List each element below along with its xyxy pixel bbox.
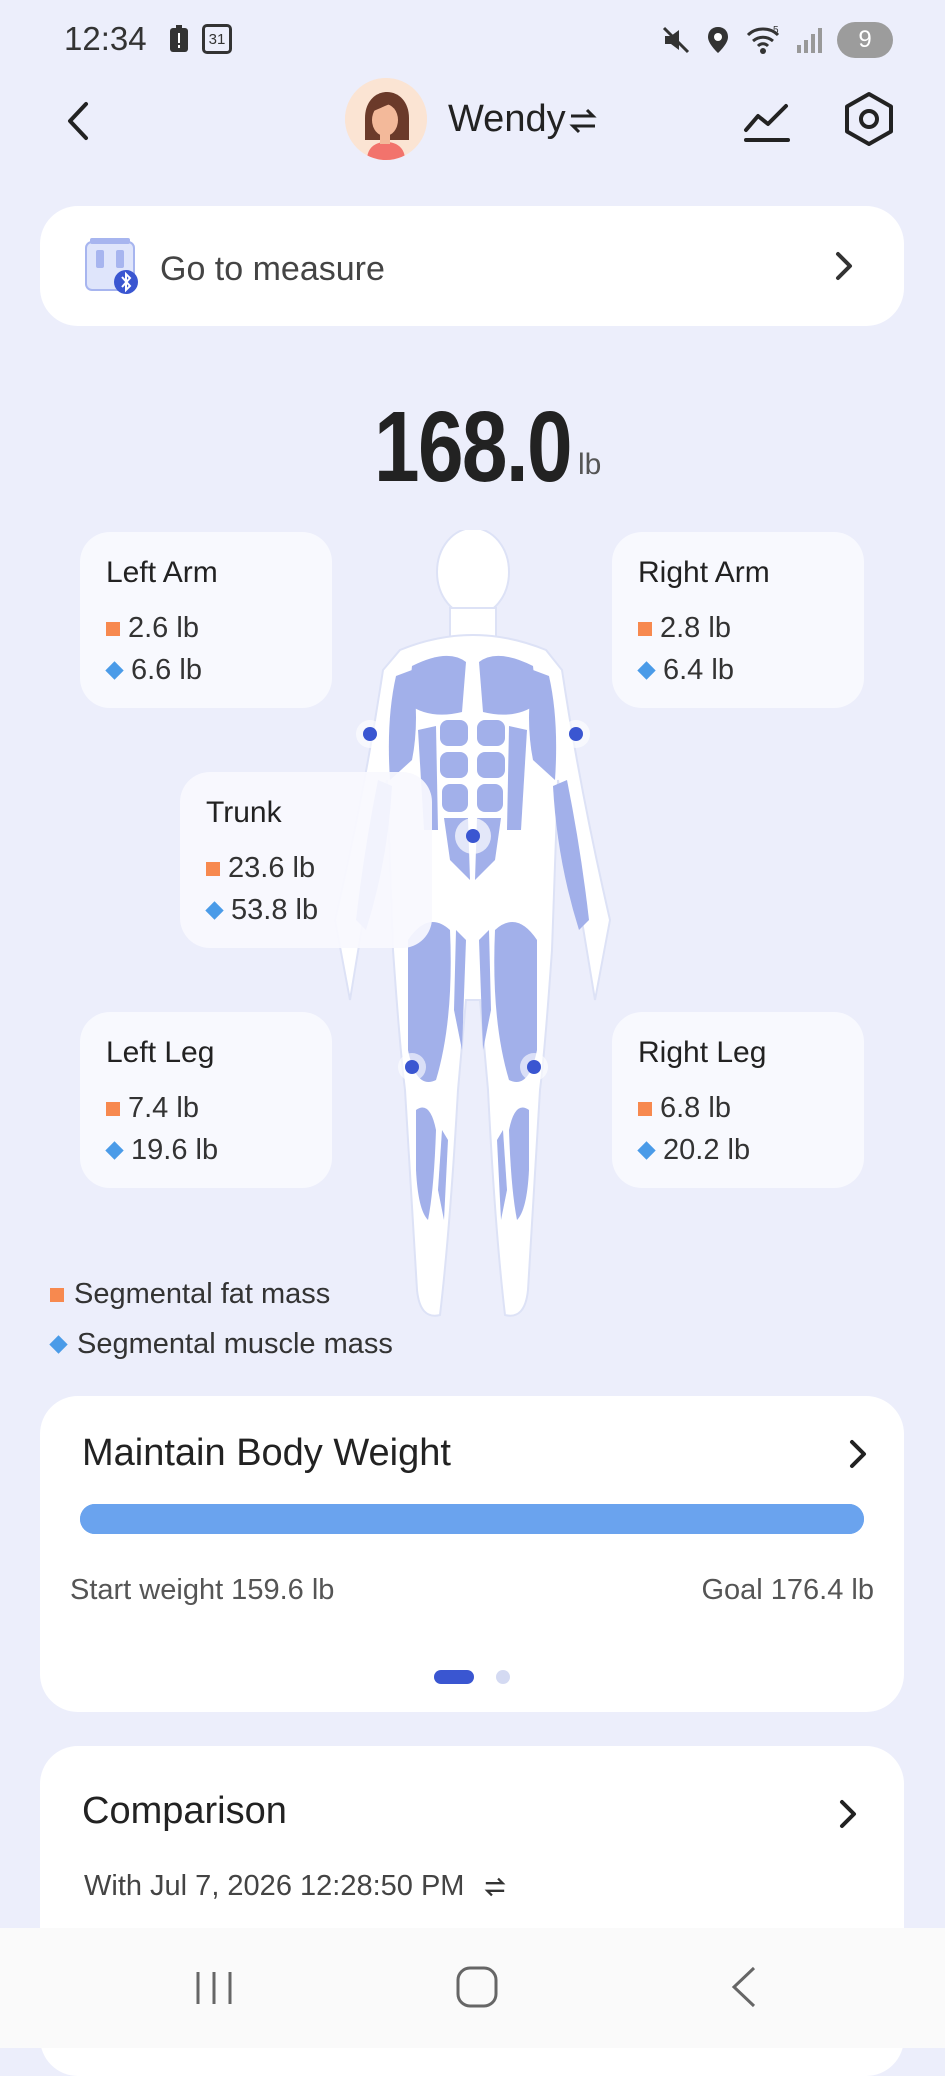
fat-marker-icon <box>638 1101 652 1116</box>
status-right-icons: 5 9 <box>661 22 893 58</box>
chevron-right-icon <box>836 252 852 280</box>
muscle-value: 20.2 lb <box>663 1134 751 1166</box>
muscle-row: 20.2 lb <box>637 1134 751 1167</box>
settings-button[interactable] <box>840 90 898 153</box>
back-button[interactable] <box>54 96 104 146</box>
calendar-day: 31 <box>208 30 226 48</box>
calendar-icon: 31 <box>202 24 232 54</box>
battery-alert-icon <box>170 25 188 52</box>
page-indicator-active[interactable] <box>434 1670 474 1684</box>
fat-row: 2.6 lb <box>106 612 199 645</box>
start-weight: Start weight 159.6 lb <box>70 1574 335 1606</box>
muscle-marker-icon <box>637 661 656 680</box>
chevron-right-icon[interactable] <box>846 1438 870 1470</box>
trend-button[interactable] <box>742 96 792 151</box>
fat-value: 2.8 lb <box>660 612 731 644</box>
comparison-subtitle[interactable]: With Jul 7, 2026 12:28:50 PM <box>84 1870 509 1903</box>
muscle-marker-icon <box>205 901 224 920</box>
segment-card-right-arm[interactable]: Right Arm 2.8 lb 6.4 lb <box>612 532 864 708</box>
legend-fat-label: Segmental fat mass <box>74 1278 331 1310</box>
fat-marker-icon <box>206 861 220 876</box>
mute-icon <box>662 26 690 54</box>
status-left-icons: 31 <box>168 24 232 54</box>
fat-row: 7.4 lb <box>106 1092 199 1125</box>
fat-marker-icon <box>106 1101 120 1116</box>
segment-title: Left Arm <box>106 556 218 589</box>
wifi-label: 5 <box>773 25 779 36</box>
muscle-value: 6.6 lb <box>131 654 202 686</box>
muscle-value: 53.8 lb <box>231 894 319 926</box>
battery-indicator: 9 <box>837 22 893 58</box>
fat-value: 2.6 lb <box>128 612 199 644</box>
recent-apps-icon[interactable] <box>192 1966 236 2010</box>
status-time: 12:34 <box>64 20 147 57</box>
muscle-row: 6.6 lb <box>105 654 202 687</box>
swap-icon[interactable] <box>481 1874 509 1900</box>
weight-value: 168.0 <box>373 391 573 503</box>
fat-value: 6.8 lb <box>660 1092 731 1124</box>
avatar[interactable] <box>345 78 427 160</box>
location-icon <box>708 27 728 53</box>
fat-row: 2.8 lb <box>638 612 731 645</box>
comparison-title: Comparison <box>82 1790 287 1832</box>
signal-icon <box>797 28 822 53</box>
chevron-right-icon[interactable] <box>836 1798 860 1830</box>
muscle-marker-icon <box>105 661 124 680</box>
scale-bluetooth-icon <box>85 238 138 294</box>
wifi-icon: 5 <box>746 25 780 54</box>
muscle-marker-icon <box>105 1141 124 1160</box>
legend-fat: Segmental fat mass <box>50 1278 330 1311</box>
user-name[interactable]: Wendy <box>448 98 566 141</box>
segment-card-trunk[interactable]: Trunk 23.6 lb 53.8 lb <box>180 772 432 948</box>
goal-progress-bar <box>80 1504 864 1534</box>
segment-card-left-leg[interactable]: Left Leg 7.4 lb 19.6 lb <box>80 1012 332 1188</box>
muscle-legend-icon <box>49 1335 68 1354</box>
comparison-date: With Jul 7, 2026 12:28:50 PM <box>84 1870 465 1902</box>
muscle-row: 6.4 lb <box>637 654 734 687</box>
avatar-illustration <box>345 78 427 160</box>
swap-icon[interactable] <box>568 104 598 138</box>
goal-weight: Goal 176.4 lb <box>701 1574 874 1606</box>
segment-title: Right Arm <box>638 556 770 589</box>
settings-icon <box>845 92 893 146</box>
muscle-row: 53.8 lb <box>205 894 319 927</box>
fat-marker-icon <box>106 621 120 636</box>
muscle-marker-icon <box>637 1141 656 1160</box>
fat-value: 23.6 lb <box>228 852 316 884</box>
trend-icon <box>744 104 790 142</box>
muscle-value: 6.4 lb <box>663 654 734 686</box>
goal-card[interactable]: Maintain Body Weight Start weight 159.6 … <box>40 1396 904 1712</box>
segment-title: Right Leg <box>638 1036 767 1069</box>
go-to-measure-label: Go to measure <box>160 250 385 288</box>
fat-marker-icon <box>638 621 652 636</box>
page-indicator[interactable] <box>496 1670 510 1684</box>
muscle-row: 19.6 lb <box>105 1134 219 1167</box>
system-navigation-bar <box>0 1928 945 2048</box>
fat-row: 23.6 lb <box>206 852 315 885</box>
fat-row: 6.8 lb <box>638 1092 731 1125</box>
goal-progress-fill <box>80 1504 864 1534</box>
muscle-value: 19.6 lb <box>131 1134 219 1166</box>
goal-title: Maintain Body Weight <box>82 1432 451 1474</box>
fat-value: 7.4 lb <box>128 1092 199 1124</box>
segment-title: Trunk <box>206 796 282 829</box>
segment-card-left-arm[interactable]: Left Arm 2.6 lb 6.6 lb <box>80 532 332 708</box>
segment-title: Left Leg <box>106 1036 215 1069</box>
go-to-measure-card[interactable]: Go to measure <box>40 206 904 326</box>
back-icon <box>68 102 88 140</box>
home-icon[interactable] <box>454 1964 500 2010</box>
fat-legend-icon <box>50 1287 64 1302</box>
legend-muscle: Segmental muscle mass <box>49 1328 393 1361</box>
weight-unit: lb <box>578 448 602 481</box>
back-nav-icon[interactable] <box>724 1964 764 2010</box>
segment-card-right-leg[interactable]: Right Leg 6.8 lb 20.2 lb <box>612 1012 864 1188</box>
legend-muscle-label: Segmental muscle mass <box>77 1328 393 1360</box>
